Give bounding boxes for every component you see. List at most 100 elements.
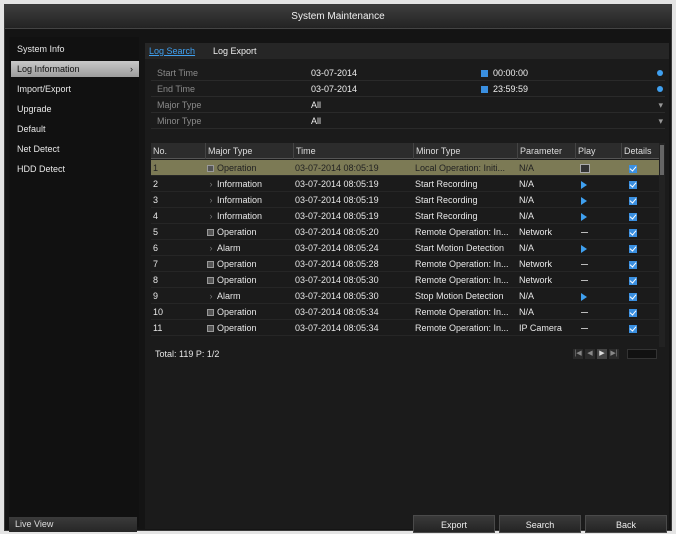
play-cell <box>575 256 619 272</box>
play-cell <box>575 304 619 320</box>
live-view-button[interactable]: Live View <box>9 517 137 532</box>
minor-type-cell: Start Recording <box>415 211 478 221</box>
sidebar-item-upgrade[interactable]: Upgrade <box>11 101 139 117</box>
minor-type-select[interactable]: All <box>311 113 321 129</box>
clock-icon[interactable] <box>657 86 663 92</box>
details-icon[interactable] <box>629 292 637 301</box>
table-row[interactable]: 6 › Alarm 03-07-2014 08:05:24 Start Motion D… <box>151 240 665 256</box>
details-cell <box>621 192 661 208</box>
dropdown-arrow-icon[interactable]: ▾ <box>658 113 663 129</box>
minor-type-cell: Start Recording <box>415 179 478 189</box>
prev-page-icon[interactable]: ◀ <box>585 349 595 359</box>
play-icon[interactable] <box>581 196 587 205</box>
table-row[interactable]: 5 Operation 03-07-2014 08:05:20 Remote Oper… <box>151 224 665 240</box>
back-button[interactable]: Back <box>585 515 667 533</box>
row-number: 2 <box>153 179 159 189</box>
table-scrollbar[interactable] <box>659 143 665 353</box>
sidebar-item-system-info[interactable]: System Info <box>11 41 139 57</box>
major-type-select[interactable]: All <box>311 97 321 113</box>
details-cell <box>621 272 661 288</box>
details-icon[interactable] <box>629 228 637 237</box>
clock-icon[interactable] <box>657 70 663 76</box>
scrollbar-thumb[interactable] <box>660 145 664 175</box>
tab-log-export[interactable]: Log Export <box>213 44 257 58</box>
first-page-icon[interactable]: |◀ <box>573 349 583 359</box>
play-icon[interactable] <box>581 180 587 189</box>
end-date-field[interactable]: 03-07-2014 <box>311 81 357 97</box>
last-page-icon[interactable]: ▶| <box>609 349 619 359</box>
operation-icon <box>207 277 214 285</box>
details-icon[interactable] <box>629 244 637 253</box>
parameter-cell: Network <box>519 275 553 285</box>
table-row[interactable]: 7 Operation 03-07-2014 08:05:28 Remote Oper… <box>151 256 665 272</box>
time-cell: 03-07-2014 08:05:30 <box>295 291 379 301</box>
play-icon[interactable] <box>581 244 587 253</box>
minor-type-cell: Start Motion Detection <box>415 243 505 253</box>
details-icon[interactable] <box>629 308 637 317</box>
play-icon[interactable] <box>581 292 587 301</box>
page-number-input[interactable] <box>627 349 657 359</box>
information-icon: › <box>209 211 213 221</box>
time-cell: 03-07-2014 08:05:24 <box>295 243 379 253</box>
end-time-field[interactable]: 23:59:59 <box>493 81 528 97</box>
sidebar-item-net-detect[interactable]: Net Detect <box>11 141 139 157</box>
dropdown-arrow-icon[interactable]: ▾ <box>658 97 663 113</box>
parameter-cell: N/A <box>519 243 535 253</box>
major-type-label: Operation <box>217 227 257 237</box>
start-date-field[interactable]: 03-07-2014 <box>311 65 357 81</box>
export-button[interactable]: Export <box>413 515 495 533</box>
row-number: 10 <box>153 307 164 317</box>
parameter-cell: Network <box>519 259 553 269</box>
table-row[interactable]: 10 Operation 03-07-2014 08:05:34 Remote Ope… <box>151 304 665 320</box>
details-icon[interactable] <box>629 180 637 189</box>
time-cell: 03-07-2014 08:05:34 <box>295 307 379 317</box>
row-number: 8 <box>153 275 159 285</box>
major-type-cell: › Information <box>205 208 291 224</box>
sidebar-item-hdd-detect[interactable]: HDD Detect <box>11 161 139 177</box>
table-row[interactable]: 11 Operation 03-07-2014 08:05:34 Remote Ope… <box>151 320 665 336</box>
column-header: Parameter <box>517 143 573 159</box>
calendar-icon[interactable] <box>481 86 488 93</box>
details-icon[interactable] <box>629 164 637 173</box>
play-disabled-icon[interactable] <box>580 164 590 174</box>
table-row[interactable]: 2 › Information 03-07-2014 08:05:19 Start Re… <box>151 176 665 192</box>
play-cell <box>575 320 619 336</box>
minor-type-cell: Start Recording <box>415 195 478 205</box>
play-cell <box>575 192 619 208</box>
table-row[interactable]: 1 Operation 03-07-2014 08:05:19 Local Opera… <box>151 160 665 176</box>
tab-log-search[interactable]: Log Search <box>149 44 195 58</box>
calendar-icon[interactable] <box>481 70 488 77</box>
details-cell <box>621 320 661 336</box>
time-cell: 03-07-2014 08:05:30 <box>295 275 379 285</box>
details-icon[interactable] <box>629 260 637 269</box>
column-header: Minor Type <box>413 143 515 159</box>
parameter-cell: IP Camera <box>519 323 562 333</box>
column-header: Time <box>293 143 411 159</box>
chevron-right-icon: › <box>130 64 133 74</box>
play-icon[interactable] <box>581 212 587 221</box>
table-row[interactable]: 3 › Information 03-07-2014 08:05:19 Start Re… <box>151 192 665 208</box>
operation-icon <box>207 229 214 237</box>
table-row[interactable]: 9 › Alarm 03-07-2014 08:05:30 Stop Motion De… <box>151 288 665 304</box>
table-row[interactable]: 4 › Information 03-07-2014 08:05:19 Start Re… <box>151 208 665 224</box>
details-icon[interactable] <box>629 212 637 221</box>
details-icon[interactable] <box>629 324 637 333</box>
table-row[interactable]: 8 Operation 03-07-2014 08:05:30 Remote Oper… <box>151 272 665 288</box>
sidebar-item-default[interactable]: Default <box>11 121 139 137</box>
details-cell <box>621 288 661 304</box>
major-type-label: Information <box>217 211 263 221</box>
next-page-icon[interactable]: ▶ <box>597 349 607 359</box>
play-cell <box>575 160 619 176</box>
time-cell: 03-07-2014 08:05:34 <box>295 323 379 333</box>
play-cell <box>575 240 619 256</box>
play-cell <box>575 176 619 192</box>
start-time-field[interactable]: 00:00:00 <box>493 65 528 81</box>
details-icon[interactable] <box>629 276 637 285</box>
details-cell <box>621 224 661 240</box>
search-button[interactable]: Search <box>499 515 581 533</box>
details-icon[interactable] <box>629 196 637 205</box>
sidebar-item-import-export[interactable]: Import/Export <box>11 81 139 97</box>
major-type-cell: › Information <box>205 192 291 208</box>
sidebar-item-log-information[interactable]: Log Information › <box>11 61 139 77</box>
major-type-label: Operation <box>217 323 257 333</box>
